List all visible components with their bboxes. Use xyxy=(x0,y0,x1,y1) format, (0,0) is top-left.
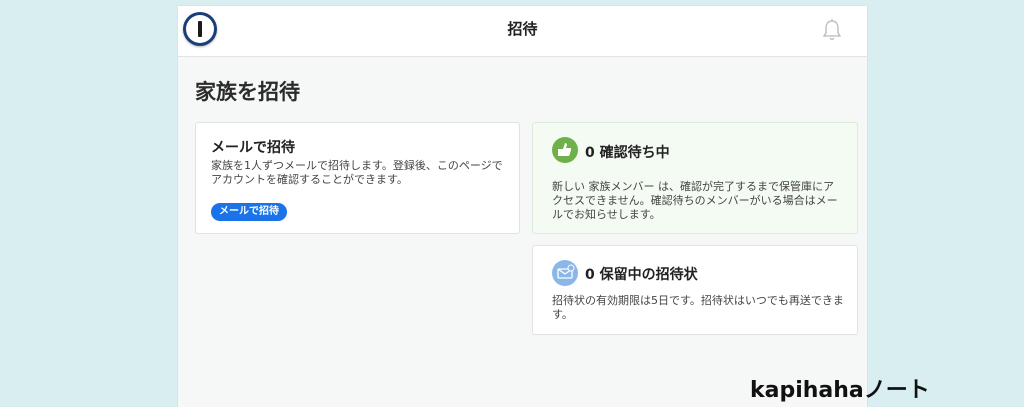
page-title: 家族を招待 xyxy=(195,80,300,104)
held-invites-icon xyxy=(552,260,578,286)
thumbs-up-icon xyxy=(552,137,578,163)
bell-icon[interactable] xyxy=(821,18,843,42)
email-invite-card: メールで招待 家族を1人ずつメールで招待します。登録後、このページでアカウントを… xyxy=(195,122,520,234)
held-card-title: 0 保留中の招待状 xyxy=(585,267,698,283)
email-card-description: 家族を1人ずつメールで招待します。登録後、このページでアカウントを確認することが… xyxy=(211,159,503,186)
held-card-description: 招待状の有効期限は5日です。招待状はいつでも再送できます。 xyxy=(552,294,844,321)
watermark-text: kapihahaノート xyxy=(750,378,930,403)
app-window: 招待 家族を招待 メールで招待 家族を1人ずつメールで招待します。登録後、このペ… xyxy=(178,6,867,407)
header-title: 招待 xyxy=(507,20,538,38)
header-bar: 招待 xyxy=(178,6,867,57)
held-invites-card: 0 保留中の招待状 招待状の有効期限は5日です。招待状はいつでも再送できます。 xyxy=(532,245,858,335)
invite-by-email-button[interactable]: メールで招待 xyxy=(211,203,287,221)
pending-confirmation-card: 0 確認待ち中 新しい 家族メンバー は、確認が完了するまで保管庫にアクセスでき… xyxy=(532,122,858,234)
envelope-clock-glyph xyxy=(557,264,575,279)
thumbs-up-glyph xyxy=(558,143,572,156)
pending-card-title: 0 確認待ち中 xyxy=(585,145,670,161)
pending-card-description: 新しい 家族メンバー は、確認が完了するまで保管庫にアクセスできません。確認待ち… xyxy=(552,180,838,221)
email-card-title: メールで招待 xyxy=(211,140,295,156)
